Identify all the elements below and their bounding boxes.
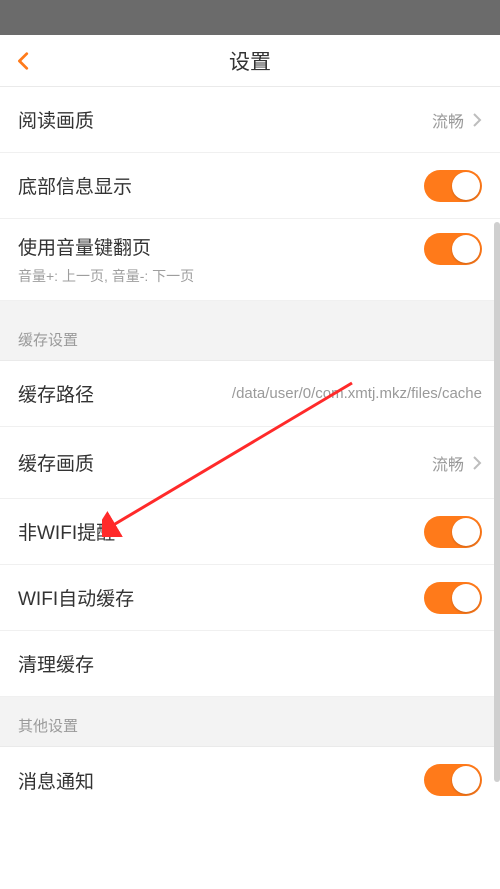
row-label: 缓存路径 <box>18 380 94 407</box>
toggle-wifi-auto[interactable] <box>424 582 482 614</box>
settings-list: 阅读画质 流畅 底部信息显示 使用音量键翻页 音量+: 上一页, 音量-: 下一… <box>0 87 500 813</box>
chevron-right-icon <box>472 112 482 128</box>
section-header-cache: 缓存设置 <box>0 301 500 361</box>
toggle-knob <box>452 584 480 612</box>
row-bottom-info: 底部信息显示 <box>0 153 500 219</box>
toggle-non-wifi[interactable] <box>424 516 482 548</box>
toggle-bottom-info[interactable] <box>424 170 482 202</box>
chevron-left-icon <box>13 50 35 72</box>
back-button[interactable] <box>12 49 36 73</box>
row-notifications: 消息通知 <box>0 747 500 813</box>
page-title: 设置 <box>229 46 271 76</box>
row-cache-path[interactable]: 缓存路径 /data/user/0/com.xmtj.mkz/files/cac… <box>0 361 500 427</box>
row-cache-quality[interactable]: 缓存画质 流畅 <box>0 427 500 499</box>
row-label: 缓存画质 <box>18 449 94 476</box>
row-volume-flip: 使用音量键翻页 音量+: 上一页, 音量-: 下一页 <box>0 219 500 301</box>
toggle-knob <box>452 766 480 794</box>
row-label: 清理缓存 <box>18 650 94 677</box>
toggle-knob <box>452 172 480 200</box>
row-value: 流畅 <box>432 108 464 132</box>
toggle-notifications[interactable] <box>424 764 482 796</box>
row-value: 流畅 <box>432 451 464 475</box>
row-non-wifi: 非WIFI提醒 <box>0 499 500 565</box>
row-value: /data/user/0/com.xmtj.mkz/files/cache <box>232 385 482 402</box>
row-label: 非WIFI提醒 <box>18 518 115 545</box>
row-label: 底部信息显示 <box>18 172 132 199</box>
section-header-other: 其他设置 <box>0 697 500 747</box>
toggle-volume-flip[interactable] <box>424 233 482 265</box>
row-label: WIFI自动缓存 <box>18 584 134 611</box>
toggle-knob <box>452 518 480 546</box>
scrollbar[interactable] <box>494 222 500 782</box>
row-label: 阅读画质 <box>18 106 94 133</box>
row-label: 使用音量键翻页 <box>18 233 194 260</box>
toggle-knob <box>452 235 480 263</box>
row-label: 消息通知 <box>18 767 94 794</box>
row-sublabel: 音量+: 上一页, 音量-: 下一页 <box>18 266 194 286</box>
header-bar: 设置 <box>0 35 500 87</box>
row-wifi-auto: WIFI自动缓存 <box>0 565 500 631</box>
row-clear-cache[interactable]: 清理缓存 <box>0 631 500 697</box>
status-bar <box>0 0 500 35</box>
chevron-right-icon <box>472 455 482 471</box>
row-reading-quality[interactable]: 阅读画质 流畅 <box>0 87 500 153</box>
